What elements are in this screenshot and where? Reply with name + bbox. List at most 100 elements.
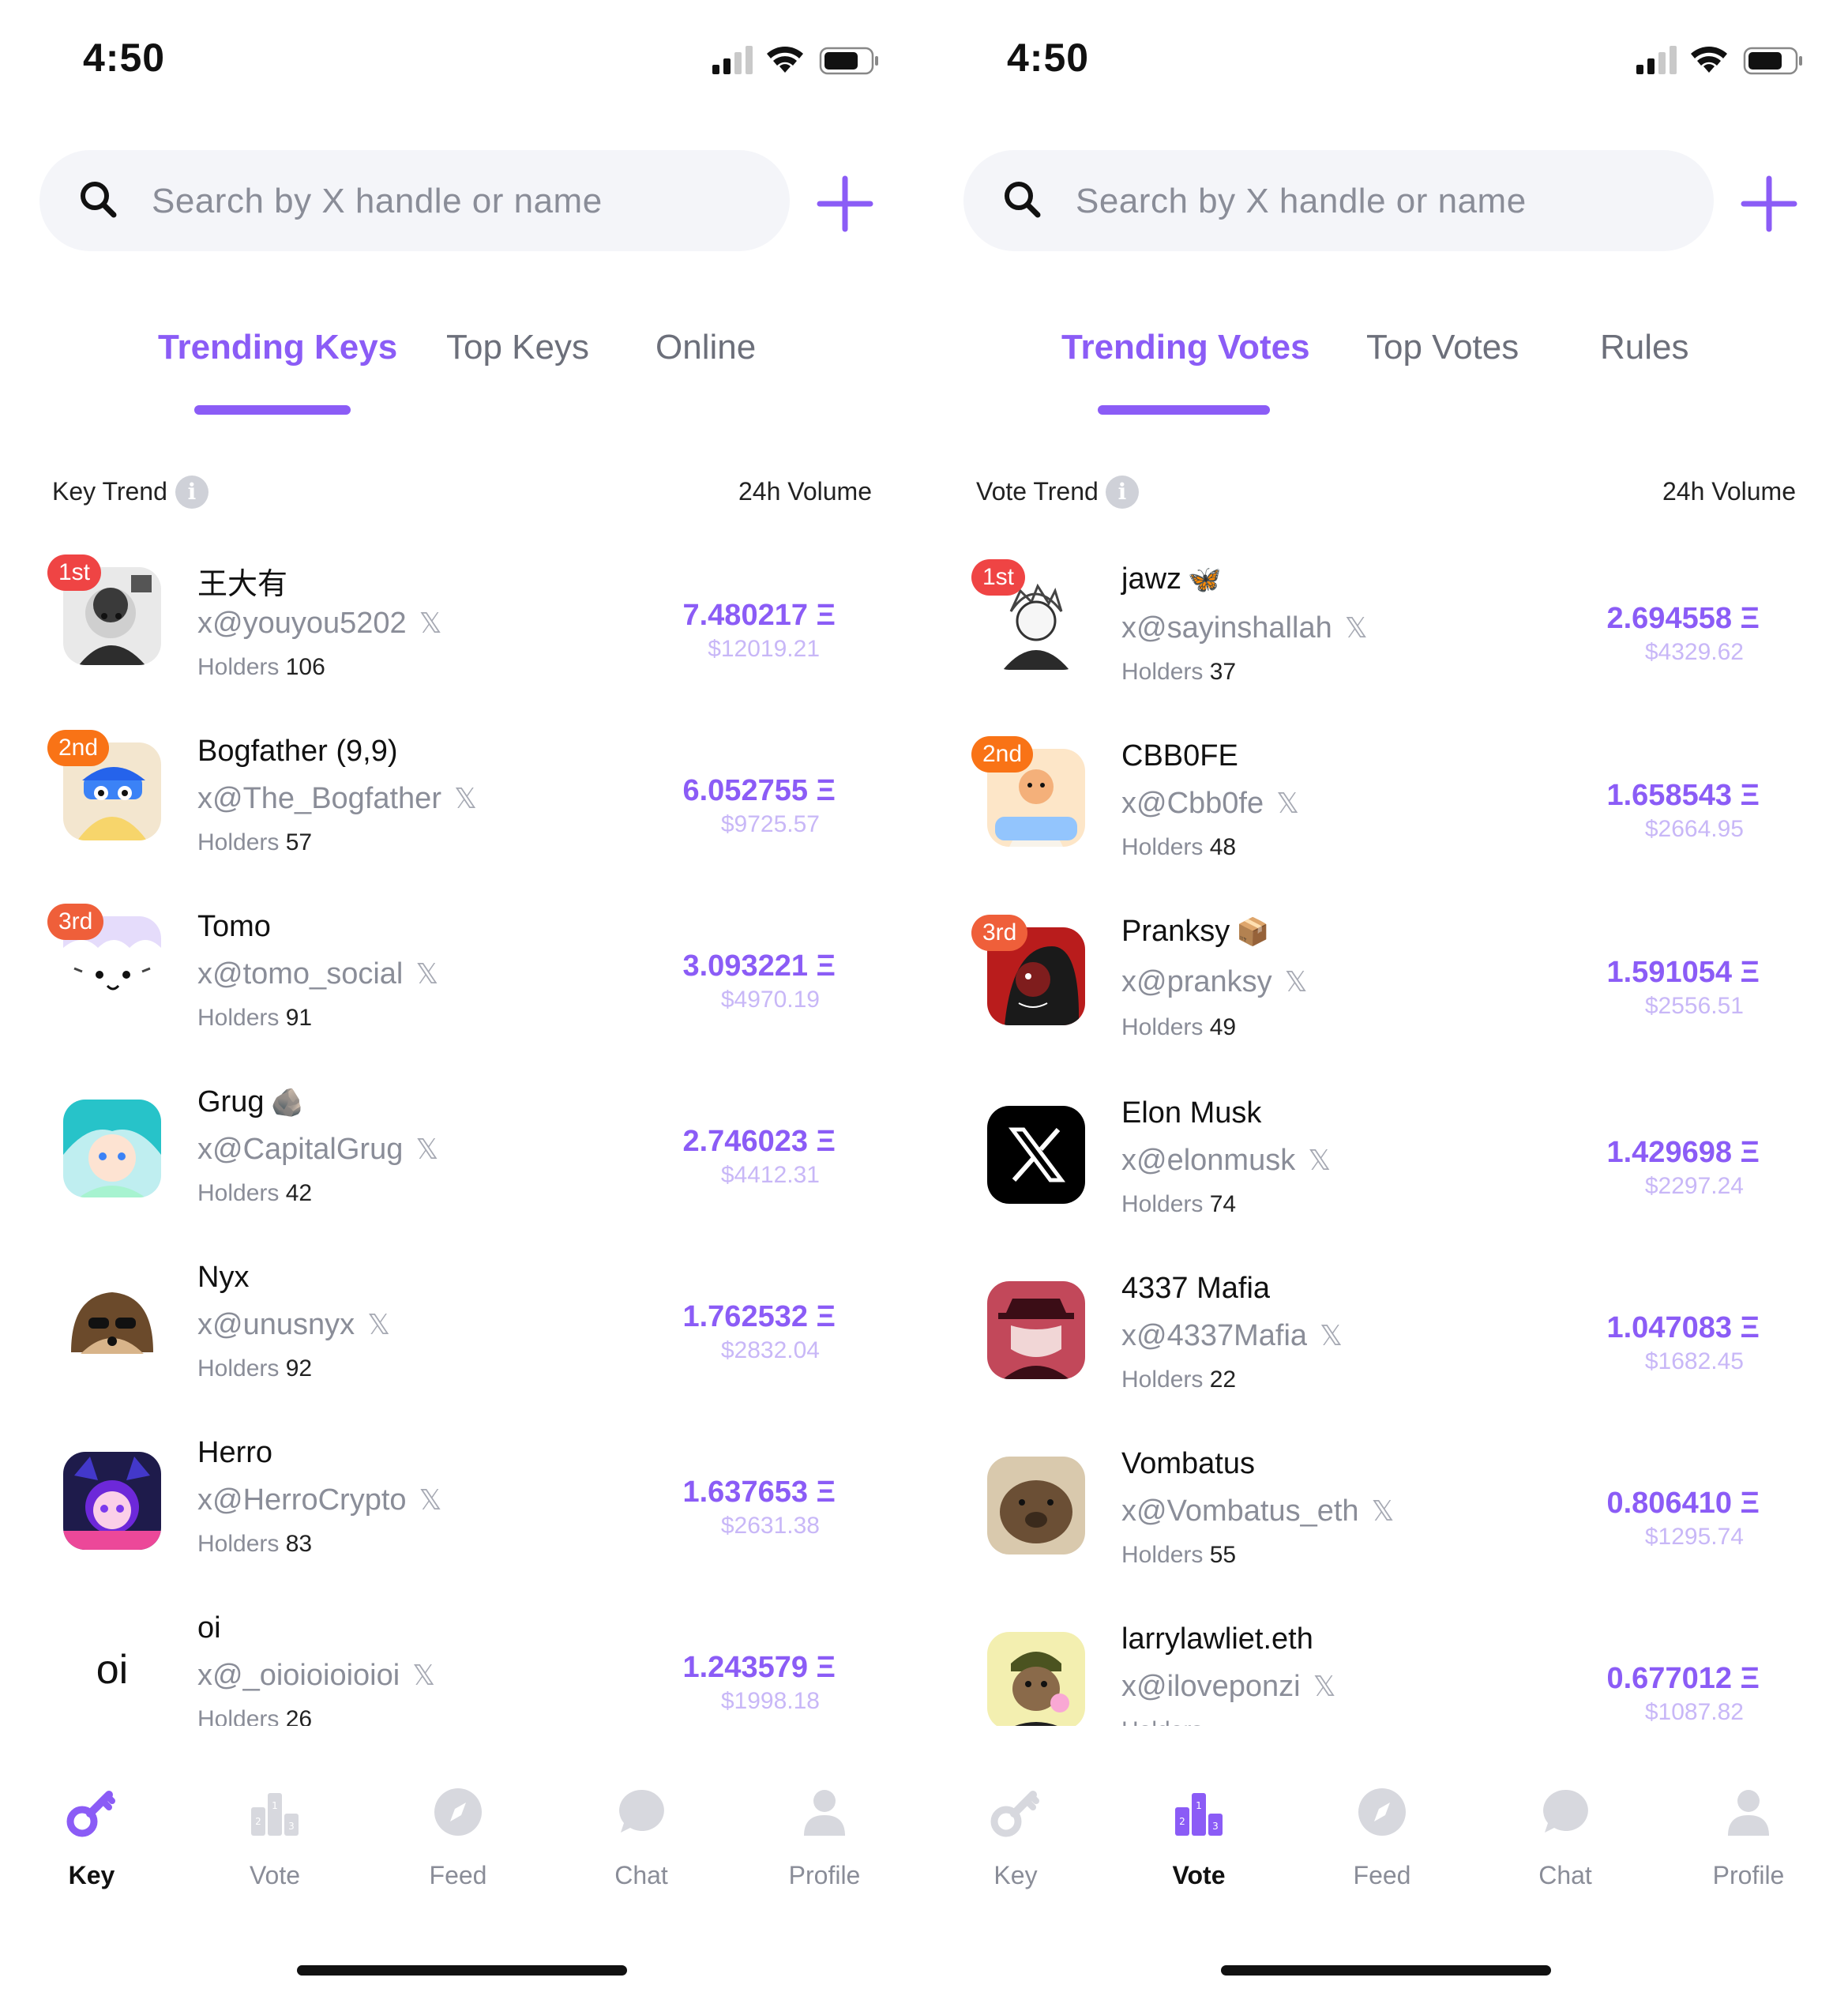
user-handle: x@HerroCrypto 𝕏 <box>197 1483 442 1517</box>
list-item[interactable]: 2nd Bogfather (9,9) x@The_Bogfather 𝕏 Hol… <box>0 720 924 896</box>
tab-online[interactable]: Online <box>655 328 756 367</box>
volume-eth: 7.480217 Ξ <box>682 599 836 632</box>
user-avatar <box>987 1632 1085 1726</box>
user-avatar <box>63 1100 161 1197</box>
x-logo-icon: 𝕏 <box>367 1308 391 1340</box>
volume-usd: $2631.38 <box>720 1513 820 1539</box>
x-logo-icon: 𝕏 <box>453 782 477 814</box>
list-item[interactable]: 4337 Mafia x@4337Mafia 𝕏 Holders 22 1.047… <box>924 1258 1848 1433</box>
user-handle: x@unusnyx 𝕏 <box>197 1308 391 1341</box>
list-item[interactable]: Nyx x@unusnyx 𝕏 Holders 92 1.762532 Ξ $28… <box>0 1246 924 1422</box>
tab-top-keys[interactable]: Top Keys <box>446 328 589 367</box>
vote-trend-label: Vote Trend <box>976 477 1099 506</box>
screen-keys: 4:50 Search by X handle or name Trending… <box>0 0 924 2000</box>
add-icon[interactable] <box>815 174 875 234</box>
holders-count: Holders 74 <box>1121 1191 1237 1217</box>
user-name: Nyx <box>197 1261 250 1294</box>
x-logo-icon: 𝕏 <box>419 1483 442 1516</box>
rank-badge: 1st <box>971 559 1026 596</box>
nav-label: Profile <box>788 1861 861 1889</box>
search-icon <box>81 182 117 218</box>
screen-votes: 4:50 Search by X handle or name Trending… <box>924 0 1848 2000</box>
user-name: Herro <box>197 1436 273 1469</box>
nav-label: Profile <box>1712 1861 1785 1889</box>
nav-label: Feed <box>1353 1861 1411 1889</box>
compass-icon <box>1358 1788 1406 1836</box>
nav-key[interactable]: Key <box>937 1769 1095 1904</box>
volume-usd: $4970.19 <box>720 987 820 1013</box>
nav-profile[interactable]: Profile <box>1670 1769 1827 1904</box>
x-logo-icon: 𝕏 <box>1344 611 1368 644</box>
list-item[interactable]: larrylawliet.eth x@iloveponzi𝕏 Holders 0… <box>924 1608 1848 1726</box>
nav-profile[interactable]: Profile <box>746 1769 903 1904</box>
list-item[interactable]: 3rd Pranksy 📦 x@pranksy 𝕏 Holders 49 1.591… <box>924 902 1848 1077</box>
nav-chat[interactable]: Chat <box>1486 1769 1644 1904</box>
user-name: oi <box>197 1611 221 1645</box>
x-logo-icon: 𝕏 <box>412 1659 436 1691</box>
volume-usd: $1998.18 <box>720 1688 820 1714</box>
list-item[interactable]: Vombatus x@Vombatus_eth 𝕏 Holders 55 0.80… <box>924 1433 1848 1608</box>
user-handle: x@tomo_social 𝕏 <box>197 957 439 991</box>
podium-icon: 213 <box>1175 1793 1223 1836</box>
home-indicator <box>1221 1965 1551 1976</box>
user-name: Elon Musk <box>1121 1096 1262 1130</box>
nav-label: Chat <box>1538 1861 1592 1889</box>
volume-usd: $2297.24 <box>1644 1173 1744 1199</box>
x-logo-icon: 𝕏 <box>415 957 439 990</box>
nav-label: Chat <box>614 1861 668 1889</box>
nav-feed[interactable]: Feed <box>379 1769 537 1904</box>
tab-trending-keys[interactable]: Trending Keys <box>158 328 397 367</box>
list-header: Vote Trend i 24h Volume <box>924 474 1848 521</box>
list-item[interactable]: oi oi x@_oioioioioioi 𝕏 Holders 26 1.2435… <box>0 1597 924 1726</box>
trending-keys-list: 1st 王大有 x@youyou5202 𝕏 Holders 106 7.4802… <box>0 545 924 1726</box>
holders-count: Holders 37 <box>1121 659 1237 685</box>
list-item[interactable]: Elon Musk x@elonmusk 𝕏 Holders 74 1.42969… <box>924 1082 1848 1258</box>
status-time: 4:50 <box>1007 36 1090 80</box>
wifi-icon <box>767 47 803 73</box>
volume-eth: 0.806410 Ξ <box>1606 1487 1760 1520</box>
list-item[interactable]: Herro x@HerroCrypto 𝕏 Holders 83 1.637653… <box>0 1422 924 1597</box>
search-input[interactable]: Search by X handle or name <box>39 150 790 251</box>
volume-header: 24h Volume <box>1662 477 1796 506</box>
info-icon[interactable]: i <box>1106 476 1139 509</box>
nav-label: Key <box>68 1861 115 1889</box>
nav-feed[interactable]: Feed <box>1303 1769 1461 1904</box>
user-name: 王大有 <box>197 568 288 601</box>
search-input[interactable]: Search by X handle or name <box>963 150 1714 251</box>
info-icon[interactable]: i <box>175 476 208 509</box>
list-item[interactable]: 3rd Tomo x@tomo_social 𝕏 Holders 91 3.093… <box>0 896 924 1071</box>
tab-bar: Trending Votes Top Votes Rules <box>924 320 1848 415</box>
rank-badge: 1st <box>47 555 102 591</box>
list-item[interactable]: Grug 🪨 x@CapitalGrug 𝕏 Holders 42 2.746023… <box>0 1071 924 1246</box>
nav-vote[interactable]: 213 Vote <box>196 1769 354 1904</box>
nav-chat[interactable]: Chat <box>562 1769 720 1904</box>
nav-key[interactable]: Key <box>13 1769 171 1904</box>
user-name: Grug 🪨 <box>197 1085 304 1118</box>
key-trend-label: Key Trend <box>52 477 167 506</box>
list-item[interactable]: 1st 王大有 x@youyou5202 𝕏 Holders 106 7.4802… <box>0 545 924 720</box>
volume-usd: $12019.21 <box>708 636 820 662</box>
volume-usd: $9725.57 <box>720 811 820 837</box>
tab-rules[interactable]: Rules <box>1600 328 1689 367</box>
package-emoji: 📦 <box>1236 917 1270 947</box>
status-icons <box>712 41 886 81</box>
list-item[interactable]: 2nd CBB0FE x@Cbb0fe 𝕏 Holders 48 1.658543… <box>924 725 1848 900</box>
key-icon <box>66 1791 115 1837</box>
list-item[interactable]: 1st jawz 🦋 x@sayinshallah 𝕏 Holders 37 2.6… <box>924 545 1848 720</box>
nav-vote[interactable]: 213 Vote <box>1120 1769 1278 1904</box>
volume-eth: 2.694558 Ξ <box>1606 602 1760 635</box>
home-indicator <box>297 1965 627 1976</box>
volume-eth: 1.591054 Ξ <box>1606 956 1760 989</box>
compass-icon <box>434 1788 482 1836</box>
holders-count: Holders 92 <box>197 1355 313 1382</box>
tab-trending-votes[interactable]: Trending Votes <box>1061 328 1310 367</box>
tab-top-votes[interactable]: Top Votes <box>1366 328 1519 367</box>
nav-label: Vote <box>1172 1861 1226 1889</box>
add-icon[interactable] <box>1739 174 1799 234</box>
volume-usd: $2832.04 <box>720 1337 820 1363</box>
user-name: Tomo <box>197 910 271 943</box>
user-name: CBB0FE <box>1121 739 1238 773</box>
user-name: 4337 Mafia <box>1121 1272 1271 1305</box>
user-avatar <box>63 1276 161 1374</box>
battery-icon <box>819 47 878 75</box>
